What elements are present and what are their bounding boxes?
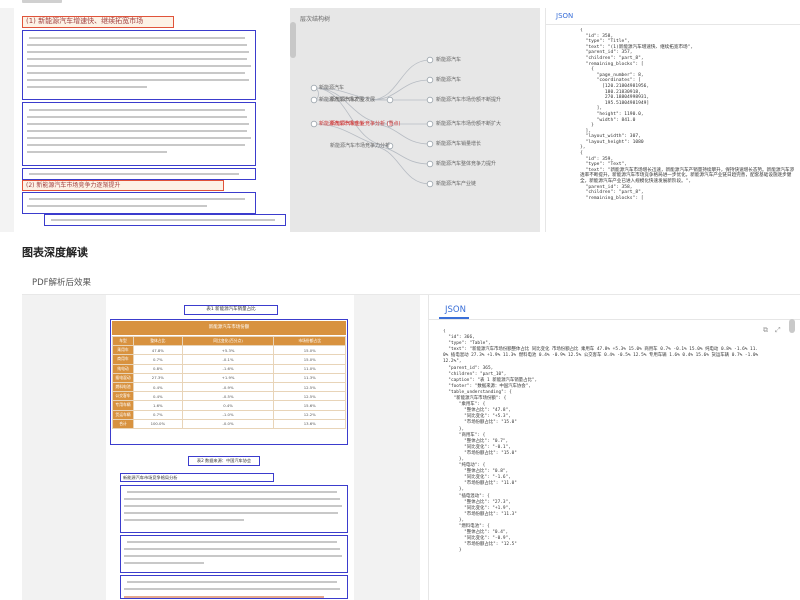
json-tab[interactable]: JSON: [445, 305, 466, 315]
heading-text: (1) 新能源汽车增速快、继续拓宽市场: [26, 17, 144, 25]
table-cell: 11.0%: [273, 363, 346, 374]
tab-pdf-result[interactable]: PDF解析后效果: [32, 276, 91, 288]
table-row: 燃料电池 0.4% -0.9% 12.5%: [112, 381, 346, 393]
table-cell: 燃料电池: [112, 381, 134, 393]
table-cell: 12.5%: [273, 381, 346, 393]
document-page: 表1 新能源汽车销量占比 新能源汽车市场份额 车型 整体占比 同比变化(百分点) 市场…: [106, 295, 354, 600]
table-row: 乘用车 47.8% +5.3% 15.0%: [112, 345, 346, 356]
table-cell: 47.8%: [133, 345, 183, 356]
table-cell: -0.9%: [181, 381, 275, 393]
mindmap-node[interactable]: 新能源汽车整体竞争力提升: [436, 160, 496, 167]
table-cell: -1.6%: [181, 363, 275, 374]
mindmap-node[interactable]: 新能源汽车市场份额不断扩大: [436, 120, 501, 127]
table-cell: -0.0%: [181, 418, 275, 429]
table-cell: +5.3%: [181, 345, 275, 356]
mindmap-node[interactable]: 新能源汽车市场份额不断提升: [436, 96, 501, 103]
table-row: 合计 100.0% -0.0% 13.6%: [112, 418, 346, 429]
paragraph-block[interactable]: [22, 102, 256, 166]
table-row: 货运车辆 0.7% -1.0% 12.2%: [112, 409, 346, 420]
mindmap-node[interactable]: 新能源汽车: [436, 76, 461, 83]
table-row: 纯电动 0.8% -1.6% 11.0%: [112, 363, 346, 374]
table-cell: -0.1%: [181, 354, 275, 365]
json-code: { "id": 366, "type": "Table", "text": "新…: [443, 329, 759, 554]
mindmap-node[interactable]: 新能源汽车: [436, 56, 461, 63]
table-cell: 公交客车: [112, 391, 134, 402]
mindmap-node-selected[interactable]: 新能源汽车企业竞争分析 (重点): [330, 120, 401, 127]
table-cell: 0.4%: [181, 400, 275, 411]
table-cell: 专用车辆: [112, 400, 134, 411]
table-cell: 12.5%: [273, 391, 346, 402]
section-heading[interactable]: 新能源汽车市场竞争格局分析: [120, 473, 274, 482]
table-row: 专用车辆 1.6% 0.4% 15.6%: [112, 400, 346, 411]
json-panel-bottom[interactable]: JSON ⧉ ⤢ { "id": 366, "type": "Table", "…: [428, 295, 800, 600]
table-cell: -1.0%: [181, 409, 275, 420]
table-cell: 1.6%: [133, 400, 183, 411]
table-row: 插电混动 27.3% +1.9% 11.3%: [112, 372, 346, 383]
mindmap-node[interactable]: 新能源汽车市场竞争力分析: [330, 142, 390, 149]
mindmap-node[interactable]: 新能源汽车销量增长: [436, 140, 481, 147]
table-cell: 纯电动: [112, 363, 134, 374]
heading-text: (2) 新能源汽车市场竞争力逐渐提升: [26, 182, 121, 189]
json-scrollbar[interactable]: [789, 319, 795, 333]
table-cell: 12.2%: [273, 409, 346, 420]
table-cell: 0.4%: [133, 381, 183, 393]
table-cell: 13.6%: [273, 418, 346, 429]
table-header-banner: 新能源汽车市场份额: [112, 321, 346, 335]
mindmap-panel[interactable]: 层次结构树 新能源汽车 新能源汽车市场发展 新能源汽车市场竞争 新能源汽车产业发…: [290, 8, 540, 232]
mindmap-node[interactable]: 新能源汽车: [319, 84, 344, 91]
table-header-cell: 车型: [112, 335, 134, 347]
document-page: (1) 新能源汽车增速快、继续拓宽市场 (2) 新能源汽车市场竞争力逐渐提升: [14, 8, 290, 232]
paragraph-block[interactable]: [22, 30, 256, 100]
paragraph-block[interactable]: [44, 214, 286, 226]
table-cell: 27.3%: [133, 372, 183, 383]
table-cell: 0.7%: [133, 409, 183, 420]
json-tab[interactable]: JSON: [556, 12, 573, 20]
heading-block[interactable]: (1) 新能源汽车增速快、继续拓宽市场: [22, 16, 174, 28]
table-caption[interactable]: 表1 新能源汽车销量占比: [184, 305, 278, 315]
json-panel-top[interactable]: JSON { "id": 358, "type": "Title", "text…: [545, 8, 800, 232]
table-cell: 0.7%: [133, 354, 183, 365]
table-row: 商用车 0.7% -0.1% 15.0%: [112, 354, 346, 365]
top-strip: [0, 0, 800, 8]
source-document-panel[interactable]: (1) 新能源汽车增速快、继续拓宽市场 (2) 新能源汽车市场竞争力逐渐提升: [0, 8, 290, 232]
table-cell: 15.0%: [273, 354, 346, 365]
paragraph-block[interactable]: [22, 192, 256, 214]
table-header-cell: 市场份额占比: [273, 335, 346, 347]
table-header-row: 车型 整体占比 同比变化(百分点) 市场份额占比: [112, 335, 346, 347]
table-cell: 插电混动: [112, 372, 134, 383]
mindmap-node[interactable]: 新能源汽车产业发展: [330, 96, 375, 103]
table-cell: 100.0%: [133, 418, 183, 429]
table-row: 公交客车 0.4% -0.5% 12.5%: [112, 391, 346, 402]
json-code: { "id": 358, "type": "Title", "text": "(…: [580, 28, 795, 201]
mindmap-node[interactable]: 新能源汽车产业链: [436, 180, 476, 187]
table-cell: 15.0%: [273, 345, 346, 356]
table-cell: 商用车: [112, 354, 134, 365]
paragraph-block[interactable]: [120, 485, 348, 533]
heading-block[interactable]: (2) 新能源汽车市场竞争力逐渐提升: [22, 180, 224, 191]
expand-icon[interactable]: ⤢: [775, 326, 781, 335]
table-cell: +1.9%: [181, 372, 275, 383]
table-cell: 货运车辆: [112, 409, 134, 420]
table-cell: 合计: [112, 418, 134, 429]
result-tabbar: PDF解析后效果: [22, 269, 800, 295]
table-cell: 0.8%: [133, 363, 183, 374]
paragraph-block[interactable]: [22, 168, 256, 180]
table-header-cell: 整体占比: [133, 335, 183, 347]
data-table: 车型 整体占比 同比变化(百分点) 市场份额占比 乘用车 47.8% +5.3% 15.0% 商…: [112, 335, 346, 429]
table-header-cell: 同比变化(百分点): [181, 335, 275, 347]
table-footnote[interactable]: 表2 数据来源：中国汽车协会: [188, 456, 260, 466]
copy-icon[interactable]: ⧉: [763, 326, 768, 335]
paragraph-block[interactable]: [120, 535, 348, 573]
section-title: 图表深度解读: [22, 246, 88, 259]
table-document-panel[interactable]: 表1 新能源汽车销量占比 新能源汽车市场份额 车型 整体占比 同比变化(百分点) 市场…: [22, 295, 420, 600]
table-cell: -0.5%: [181, 391, 275, 402]
table-cell: 0.4%: [133, 391, 183, 402]
table-block[interactable]: 新能源汽车市场份额 车型 整体占比 同比变化(百分点) 市场份额占比 乘用车 47.8% +…: [110, 319, 348, 445]
table-cell: 乘用车: [112, 345, 134, 356]
table-cell: 15.6%: [273, 400, 346, 411]
table-cell: 11.3%: [273, 372, 346, 383]
